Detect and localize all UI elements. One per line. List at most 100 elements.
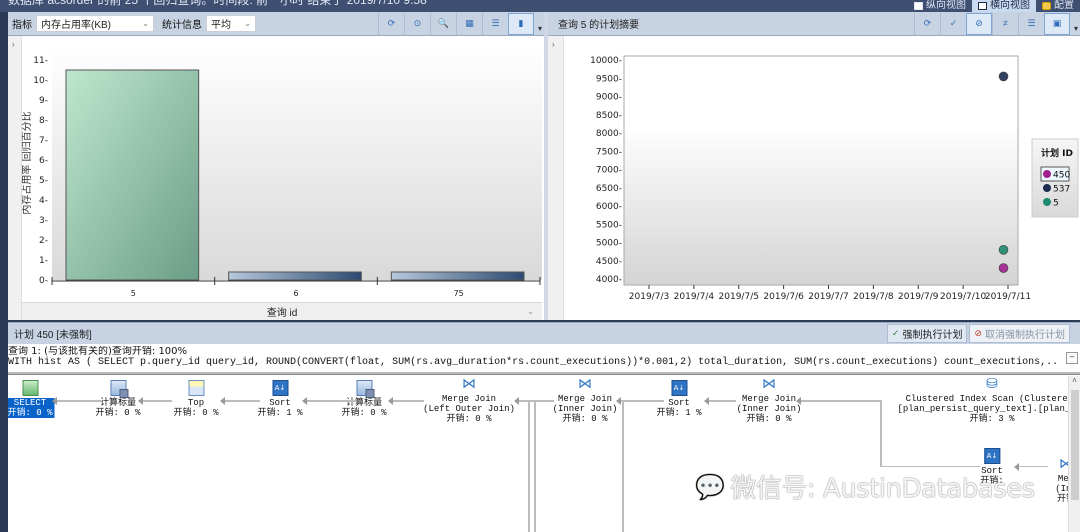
toolbar-overflow-icon[interactable]: ▾ [1074, 24, 1078, 33]
plan-node-select[interactable]: SELECT 开销: 0 % [8, 380, 55, 418]
statistic-label: 统计信息 [162, 20, 202, 31]
metric-label: 指标 [12, 20, 32, 31]
collapse-strip[interactable]: › [8, 36, 22, 320]
x-category-selector[interactable]: 查询 id ⌄ [22, 302, 542, 320]
plan-node-cost: 开销: 0 % [341, 408, 387, 418]
y-tick-label: 8- [39, 116, 48, 126]
plan-connector [514, 397, 554, 405]
refresh-button[interactable]: ⟳ [378, 12, 404, 35]
refresh-icon: ⟳ [387, 18, 396, 28]
legend-marker-537 [1043, 184, 1051, 192]
plan-node-mj3[interactable]: ⋈ Merge Join (Inner Join) 开销: 0 % [737, 376, 802, 424]
x-tick-label: 75 [454, 289, 464, 298]
unforce-plan-button[interactable]: ⊘ [966, 12, 992, 35]
bar-75 [390, 271, 525, 281]
plan-node-cost: 开销: 1 % [656, 408, 702, 418]
view-switcher: 纵向视图 横向视图 配置 [908, 0, 1080, 12]
plan-branch-line [622, 402, 624, 532]
plan-node-sort2[interactable]: A↓ Sort 开销: 1 % [656, 380, 702, 418]
y-tick-label: 10000- [590, 56, 622, 66]
landscape-view-label: 横向视图 [990, 0, 1030, 11]
chart-view-button[interactable]: ▮ [508, 12, 534, 35]
y-tick-label: 4- [39, 196, 48, 206]
query-text-line[interactable]: WITH hist AS ( SELECT p.query_id query_i… [8, 357, 1068, 368]
plan-node-operator: Top [187, 398, 205, 408]
legend-label-537[interactable]: 537 [1053, 185, 1070, 195]
plan-node-sort1[interactable]: A↓ Sort 开销: 1 % [257, 380, 303, 418]
grid-columns-icon: ☰ [491, 18, 500, 28]
y-axis-label: 内存占用率 回归百分比 [22, 111, 33, 214]
chart-view-icon: ▮ [518, 18, 524, 28]
grid-columns-button[interactable]: ☰ [482, 12, 508, 35]
landscape-view-icon [978, 2, 987, 10]
plan-branch-line [534, 402, 536, 532]
plan-node-cost: 开销: 1 % [257, 408, 303, 418]
force-plan-button[interactable]: ✓ [940, 12, 966, 35]
portrait-view-button[interactable]: 纵向视图 [908, 0, 972, 12]
query-text-expand-button[interactable]: – [1066, 352, 1078, 364]
y-tick-label: 4500- [596, 257, 622, 267]
chart-view-button[interactable]: ▣ [1044, 12, 1070, 35]
grid-view-button[interactable]: ☰ [1018, 12, 1044, 35]
configure-button[interactable]: 配置 [1036, 0, 1080, 12]
right-toolbar: 查询 5 的计划摘要 ⟳ ✓ ⊘ ≠ ☰ ▣ ▾ [548, 12, 1080, 36]
watermark: 💬 微信号: AustinDatabases [695, 468, 1035, 505]
y-tick-label: 3- [39, 216, 48, 226]
plan-connector [388, 397, 424, 405]
plan-node-compute2[interactable]: 计算标量 开销: 0 % [341, 380, 387, 418]
legend-label-5[interactable]: 5 [1053, 199, 1059, 209]
scrollbar-thumb[interactable] [1071, 390, 1079, 500]
plan-node-compute1[interactable]: 计算标量 开销: 0 % [95, 380, 141, 418]
legend-marker-450 [1043, 170, 1051, 178]
left-toolbar: 指标 内存占用率(KB) ⌄ 统计信息 平均 ⌄ ⟳ ⊙ 🔍 ▦ ☰ ▮ ▾ [8, 12, 544, 36]
bar-6 [228, 271, 362, 281]
plan-node-operator: Merge Join [557, 394, 612, 404]
view-query-button[interactable]: 🔍 [430, 12, 456, 35]
landscape-view-button[interactable]: 横向视图 [972, 0, 1036, 12]
query-cost-line: 查询 1: (与该批有关的)查询开销: 100% [8, 346, 188, 357]
plan-node-cis[interactable]: ⛁ Clustered Index Scan (Clustered) [plan_p… [897, 376, 1080, 424]
plan-node-operator: Merge Join [441, 394, 497, 404]
left-toolbar-icons: ⟳ ⊙ 🔍 ▦ ☰ ▮ [378, 12, 544, 36]
plan-node-operator: SELECT [8, 398, 55, 408]
plan-connector [138, 397, 172, 405]
plan-connector [796, 397, 882, 405]
scroll-up-icon[interactable]: ˄ [1069, 376, 1080, 385]
track-query-button[interactable]: ⊙ [404, 12, 430, 35]
x-tick-label: 2019/7/7 [808, 292, 848, 302]
plan-node-operator: Merge Join [741, 394, 796, 404]
sort-icon: A↓ [670, 380, 687, 396]
toolbar-overflow-icon[interactable]: ▾ [538, 24, 542, 33]
y-tick-label: 10- [33, 76, 48, 86]
plan-vertical-scrollbar[interactable]: ˄ [1068, 376, 1080, 532]
plan-node-cost: 开销: 0 % [8, 408, 55, 418]
metric-select[interactable]: 内存占用率(KB) ⌄ [36, 15, 154, 32]
refresh-button[interactable]: ⟳ [914, 12, 940, 35]
plan-node-mj2[interactable]: ⋈ Merge Join (Inner Join) 开销: 0 % [553, 376, 618, 424]
grid-view-button[interactable]: ▦ [456, 12, 482, 35]
y-tick-label: 2- [39, 236, 48, 246]
plan-node-mj1[interactable]: ⋈ Merge Join (Left Outer Join) 开销: 0 % [423, 376, 515, 424]
view-query-icon: 🔍 [437, 18, 450, 28]
chart-view-icon: ▣ [1052, 18, 1062, 28]
plan-node-top[interactable]: Top 开销: 0 % [173, 380, 219, 418]
expand-arrow-icon[interactable]: › [12, 40, 15, 49]
bar-5 [65, 69, 200, 281]
statistic-select[interactable]: 平均 ⌄ [206, 15, 256, 32]
collapse-strip[interactable]: › [548, 36, 564, 320]
y-tick-label: 7- [39, 136, 48, 146]
compare-plans-button[interactable]: ≠ [992, 12, 1018, 35]
plan-header: 计划 450 [未强制] ✓ 强制执行计划 ⊘ 取消强制执行计划 [8, 322, 1080, 344]
legend-label-450[interactable]: 450 [1053, 171, 1070, 181]
plan-branch-line [880, 466, 980, 467]
configure-icon [1042, 2, 1051, 10]
metric-select-value: 内存占用率(KB) [41, 20, 111, 31]
x-tick-label: 2019/7/10 [940, 292, 986, 302]
select-icon [21, 380, 38, 396]
force-plan-button[interactable]: ✓ 强制执行计划 [886, 324, 968, 343]
y-tick-label: 5500- [596, 220, 622, 230]
plan-branch-line [880, 402, 882, 466]
expand-arrow-icon[interactable]: › [552, 40, 555, 49]
unforce-plan-button[interactable]: ⊘ 取消强制执行计划 [969, 324, 1070, 343]
x-tick-label: 2019/7/5 [719, 292, 759, 302]
